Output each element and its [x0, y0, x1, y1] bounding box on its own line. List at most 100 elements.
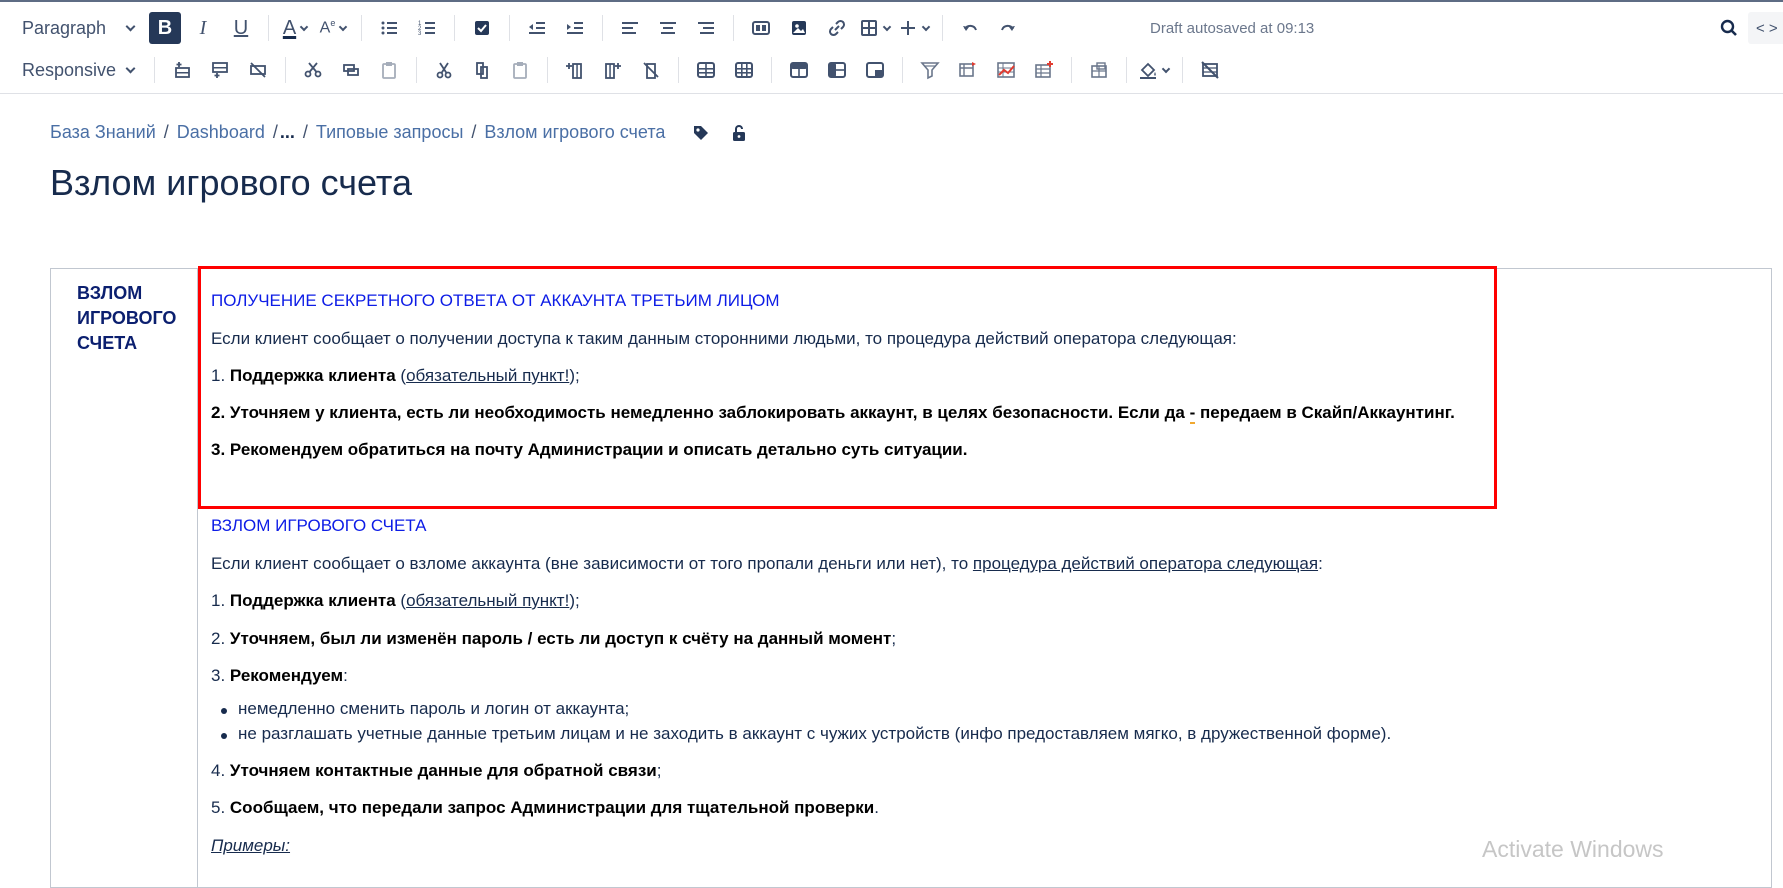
mandatory-note: обязательный пункт! [406, 366, 570, 385]
content-table: ВЗЛОМ ИГРОВОГО СЧЕТА ПОЛУЧЕНИЕ СЕКРЕТНОГ… [50, 268, 1772, 888]
label-tag-icon[interactable] [691, 123, 711, 143]
insert-table-button[interactable] [859, 12, 892, 44]
highlight-cell-button[interactable] [859, 54, 891, 86]
chevron-down-icon [882, 22, 892, 31]
align-left-button[interactable] [614, 12, 646, 44]
toolbar-divider [942, 15, 943, 41]
breadcrumb-item-typical-requests[interactable]: Типовые запросы [316, 122, 464, 143]
table-properties-button[interactable] [690, 54, 722, 86]
insert-link-button[interactable] [821, 12, 853, 44]
table-macro-button[interactable] [1083, 54, 1115, 86]
toolbar-divider [1126, 57, 1127, 83]
table-cell-button[interactable] [728, 54, 760, 86]
page-title[interactable]: Взлом игрового счета [50, 162, 412, 204]
checkbox-icon [475, 21, 489, 35]
toolbar-divider [1182, 57, 1183, 83]
text-color-button[interactable]: A [280, 12, 312, 44]
autosave-status: Draft autosaved at 09:13 [1150, 20, 1315, 37]
delete-column-button[interactable] [635, 54, 667, 86]
outdent-button[interactable] [521, 12, 553, 44]
table-chart-button[interactable] [990, 54, 1022, 86]
insert-column-after-button[interactable] [597, 54, 629, 86]
delete-row-button[interactable] [242, 54, 274, 86]
search-icon [1720, 19, 1737, 36]
cut-column-button[interactable] [428, 54, 460, 86]
cut-row-button[interactable] [297, 54, 329, 86]
plus-icon [901, 21, 915, 35]
table-grid-icon [735, 62, 753, 78]
redo-button[interactable] [992, 12, 1024, 44]
pivot-table-icon [959, 62, 976, 77]
align-left-icon [622, 22, 638, 34]
align-right-button[interactable] [690, 12, 722, 44]
breadcrumb-item-current-page[interactable]: Взлом игрового счета [484, 122, 665, 143]
insert-column-before-button[interactable] [559, 54, 591, 86]
underline-button[interactable]: U [225, 12, 257, 44]
undo-button[interactable] [954, 12, 986, 44]
table-macro-icon [1091, 62, 1107, 78]
text-formatting-button[interactable]: Ae [318, 12, 350, 44]
toolbar-divider [154, 57, 155, 83]
table-spreadsheet-button[interactable] [1028, 54, 1060, 86]
italic-button[interactable]: I [187, 12, 219, 44]
toolbar-divider [678, 57, 679, 83]
column-insert-before-icon [566, 63, 582, 79]
header-row-button[interactable] [783, 54, 815, 86]
section2-step1: 1. Поддержка клиента (обязательный пункт… [211, 591, 580, 610]
outdent-icon [529, 22, 545, 34]
insert-more-button[interactable] [898, 12, 931, 44]
cell-highlight-icon [866, 62, 884, 78]
numbered-list-button[interactable]: 123 [411, 12, 443, 44]
list-item: не разглашать учетные данные третьим лиц… [211, 724, 1391, 749]
source-code-button[interactable]: < > [1748, 12, 1783, 44]
layouts-button[interactable] [745, 12, 777, 44]
table-side-heading[interactable]: ВЗЛОМ ИГРОВОГО СЧЕТА [77, 281, 177, 356]
toolbar-row-2: Responsive [0, 50, 1229, 90]
copy-row-button[interactable] [335, 54, 367, 86]
breadcrumb-separator: / [302, 122, 308, 142]
paste-column-button[interactable] [504, 54, 536, 86]
svg-text:3: 3 [418, 31, 422, 37]
table-filter-button[interactable] [914, 54, 946, 86]
section2-intro: Если клиент сообщает о взломе аккаунта (… [211, 554, 1323, 573]
indent-button[interactable] [559, 12, 591, 44]
paste-icon [513, 62, 527, 79]
table-width-dropdown[interactable]: Responsive [0, 54, 146, 86]
toolbar-divider [602, 15, 603, 41]
paste-row-button[interactable] [373, 54, 405, 86]
row-insert-above-icon [175, 62, 190, 78]
breadcrumb-item-knowledge-base[interactable]: База Знаний [50, 122, 156, 143]
insert-row-before-button[interactable] [166, 54, 198, 86]
breadcrumb-separator: / [163, 122, 169, 142]
header-row-icon [790, 62, 808, 78]
toolbar-divider [733, 15, 734, 41]
insert-row-after-button[interactable] [204, 54, 236, 86]
toolbar-row-1: Paragraph B I U A Ae 123 [0, 8, 1027, 48]
toolbar-divider [454, 15, 455, 41]
toolbar-divider [361, 15, 362, 41]
insert-image-button[interactable] [783, 12, 815, 44]
breadcrumb-item-dashboard[interactable]: Dashboard [177, 122, 265, 143]
unlock-icon[interactable] [729, 123, 749, 143]
find-replace-button[interactable] [1713, 12, 1745, 44]
task-list-button[interactable] [466, 12, 498, 44]
table-pivot-button[interactable] [952, 54, 984, 86]
section2-step3: 3. Рекомендуем: [211, 666, 348, 685]
editor-toolbar: Paragraph B I U A Ae 123 Draft autosaved… [0, 2, 1783, 94]
chevron-down-icon [1161, 64, 1171, 73]
table-icon [697, 62, 715, 78]
bold-button[interactable]: B [149, 12, 181, 44]
delete-table-button[interactable] [1194, 54, 1226, 86]
copy-column-button[interactable] [466, 54, 498, 86]
section2-step4: 4. Уточняем контактные данные для обратн… [211, 761, 662, 780]
paragraph-style-dropdown[interactable]: Paragraph [0, 12, 146, 44]
breadcrumb-item-ellipsis[interactable]: ... [280, 122, 295, 143]
table-delete-icon [1201, 61, 1219, 79]
table-column-divider [197, 269, 198, 887]
align-center-button[interactable] [652, 12, 684, 44]
layout-icon [752, 21, 770, 35]
header-column-button[interactable] [821, 54, 853, 86]
bullet-list-button[interactable] [373, 12, 405, 44]
section1-step1: 1. Поддержка клиента (обязательный пункт… [211, 366, 580, 385]
cell-color-button[interactable] [1138, 54, 1171, 86]
